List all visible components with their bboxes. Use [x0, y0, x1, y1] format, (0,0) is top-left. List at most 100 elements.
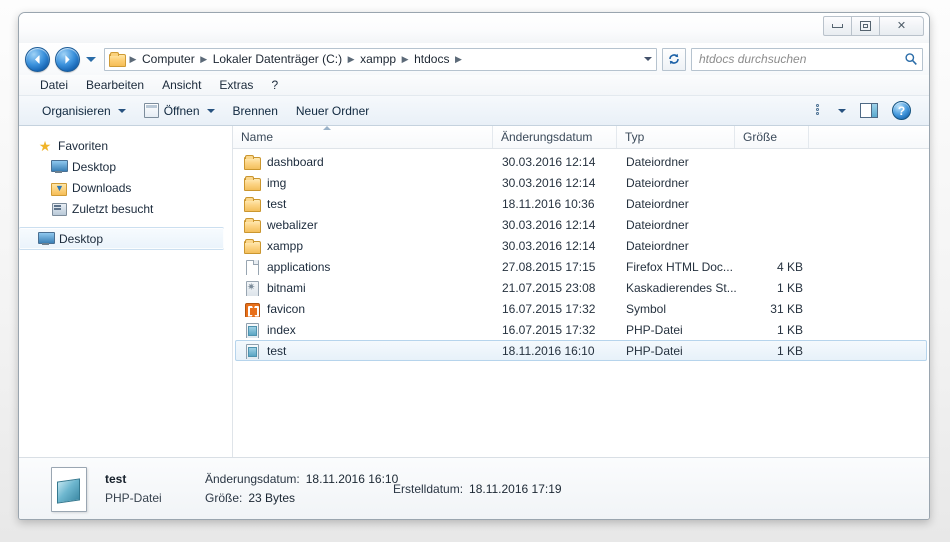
details-date-column: Änderungsdatum: 18.11.2016 16:10 Größe: … [205, 472, 398, 505]
breadcrumb-separator: ▶ [129, 53, 137, 64]
folder-icon [244, 154, 261, 170]
window-controls: ✕ [823, 16, 924, 36]
php-file-large-icon [49, 466, 89, 512]
table-row-selected[interactable]: test 18.11.2016 16:10 PHP-Datei 1 KB [235, 340, 927, 361]
table-row[interactable]: webalizer 30.03.2016 12:14 Dateiordner [235, 214, 927, 235]
forward-arrow-icon [65, 54, 70, 64]
command-bar: Organisieren Öffnen Brennen Neuer Ordner… [19, 96, 929, 126]
menu-item-datei[interactable]: Datei [31, 76, 77, 94]
list-view-icon [816, 104, 832, 117]
chevron-down-icon [206, 108, 215, 113]
table-row[interactable]: img 30.03.2016 12:14 Dateiordner [235, 172, 927, 193]
details-created-column: Erstelldatum: 18.11.2016 17:19 [393, 482, 633, 496]
table-row[interactable]: favicon 16.07.2015 17:32 Symbol 31 KB [235, 298, 927, 319]
breadcrumb-dropdown[interactable] [644, 57, 654, 61]
help-button[interactable]: ? [886, 98, 917, 123]
folder-icon [244, 175, 261, 191]
breadcrumb-item-drive-c[interactable]: Lokaler Datenträger (C:) [210, 52, 345, 66]
minimize-icon [832, 24, 843, 28]
table-row[interactable]: applications 27.08.2015 17:15 Firefox HT… [235, 256, 927, 277]
command-bar-right: ? [810, 98, 921, 123]
php-file-icon [244, 322, 260, 338]
breadcrumb-item-htdocs[interactable]: htdocs [411, 52, 452, 66]
search-box[interactable]: htdocs durchsuchen [691, 47, 923, 71]
column-header-size[interactable]: Größe [735, 126, 809, 148]
back-button[interactable] [25, 46, 50, 72]
table-row[interactable]: index 16.07.2015 17:32 PHP-Datei 1 KB [235, 319, 927, 340]
cell-date: 30.03.2016 12:14 [502, 217, 596, 232]
cell-type: Dateiordner [626, 217, 689, 232]
close-icon: ✕ [896, 19, 907, 32]
cell-name: xampp [239, 238, 497, 254]
table-row[interactable]: xampp 30.03.2016 12:14 Dateiordner [235, 235, 927, 256]
cell-type: Dateiordner [626, 175, 689, 190]
sidebar-item-desktop-root[interactable]: Desktop [19, 227, 224, 250]
icon-file-icon [244, 301, 260, 317]
menu-item-ansicht[interactable]: Ansicht [153, 76, 210, 94]
sidebar-item-desktop[interactable]: Desktop [19, 156, 232, 177]
cell-size: 1 KB [776, 343, 803, 358]
burn-button[interactable]: Brennen [224, 101, 287, 121]
cell-date: 21.07.2015 23:08 [502, 280, 596, 295]
sidebar-item-zuletzt-besucht[interactable]: Zuletzt besucht [19, 198, 232, 219]
cell-date: 18.11.2016 10:36 [502, 196, 595, 211]
new-folder-button[interactable]: Neuer Ordner [287, 101, 378, 121]
preview-pane-button[interactable] [854, 100, 884, 121]
close-button[interactable]: ✕ [879, 16, 924, 36]
sidebar-item-favoriten[interactable]: ★ Favoriten [19, 135, 232, 156]
sidebar-item-label: Favoriten [58, 138, 109, 153]
folder-icon [109, 52, 126, 67]
details-created-label: Erstelldatum: [393, 481, 464, 496]
table-row[interactable]: dashboard 30.03.2016 12:14 Dateiordner [235, 151, 927, 172]
menu-item-bearbeiten[interactable]: Bearbeiten [77, 76, 153, 94]
open-button[interactable]: Öffnen [135, 100, 224, 121]
forward-button[interactable] [55, 46, 80, 72]
preview-pane-icon [860, 103, 878, 118]
cell-name: img [239, 175, 497, 191]
history-dropdown-icon[interactable] [86, 56, 96, 62]
back-arrow-icon [35, 54, 40, 64]
details-filetype: PHP-Datei [105, 491, 162, 505]
search-input[interactable]: htdocs durchsuchen [699, 52, 904, 66]
menu-item-help[interactable]: ? [262, 76, 287, 94]
menu-item-extras[interactable]: Extras [210, 76, 262, 94]
column-header-name[interactable]: Name [233, 126, 493, 148]
column-header-type[interactable]: Typ [617, 126, 735, 148]
table-row[interactable]: test 18.11.2016 10:36 Dateiordner [235, 193, 927, 214]
change-view-button[interactable] [810, 101, 852, 120]
folder-icon [244, 238, 261, 254]
restore-icon [860, 21, 871, 31]
cell-type: Symbol [626, 301, 667, 316]
sidebar-item-downloads[interactable]: Downloads [19, 177, 232, 198]
cell-date: 27.08.2015 17:15 [502, 259, 596, 274]
breadcrumb[interactable]: ▶ Computer ▶ Lokaler Datenträger (C:) ▶ … [104, 47, 657, 71]
cell-date: 30.03.2016 12:14 [502, 175, 596, 190]
address-bar: ▶ Computer ▶ Lokaler Datenträger (C:) ▶ … [19, 43, 929, 75]
cell-name: favicon [239, 301, 497, 317]
breadcrumb-item-computer[interactable]: Computer [139, 52, 198, 66]
column-header-date[interactable]: Änderungsdatum [493, 126, 617, 148]
details-columns: test PHP-Datei Änderungsdatum: 18.11.201… [105, 472, 633, 505]
downloads-folder-icon [51, 181, 67, 196]
css-file-icon [244, 280, 260, 296]
details-created-value: 18.11.2016 17:19 [469, 481, 562, 496]
breadcrumb-separator: ▶ [455, 53, 462, 64]
explorer-body: ★ Favoriten Desktop Downloads Zuletzt be… [19, 126, 929, 457]
cell-size: 1 KB [776, 280, 803, 295]
cell-type: Kaskadierendes St... [626, 280, 737, 295]
minimize-button[interactable] [823, 16, 852, 36]
cell-name: bitnami [239, 280, 497, 296]
refresh-button[interactable] [662, 47, 686, 71]
monitor-icon [51, 160, 68, 173]
details-pane: test PHP-Datei Änderungsdatum: 18.11.201… [19, 457, 929, 519]
restore-button[interactable] [851, 16, 880, 36]
cell-date: 16.07.2015 17:32 [502, 301, 596, 316]
cell-name: applications [239, 259, 497, 275]
organize-button[interactable]: Organisieren [33, 101, 135, 121]
recent-places-icon [51, 202, 67, 216]
breadcrumb-item-xampp[interactable]: xampp [357, 52, 399, 66]
details-name-column: test PHP-Datei [105, 472, 205, 505]
sidebar-item-label: Desktop [59, 231, 104, 246]
table-row[interactable]: bitnami 21.07.2015 23:08 Kaskadierendes … [235, 277, 927, 298]
menu-bar: Datei Bearbeiten Ansicht Extras ? [19, 75, 929, 96]
